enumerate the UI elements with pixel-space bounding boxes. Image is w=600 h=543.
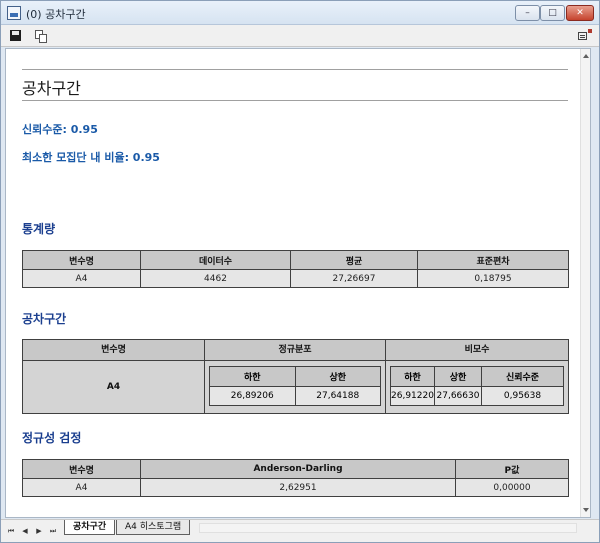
table-cell: 0,00000: [455, 478, 569, 497]
table-row: A4 4462 27,26697 0,18795: [22, 269, 569, 288]
first-sheet-icon[interactable]: ⏮: [7, 527, 15, 535]
table-row: 26,91220 27,66630 0,95638: [390, 386, 564, 406]
divider: [22, 69, 568, 70]
table-cell: 0,18795: [417, 269, 569, 288]
app-icon: [7, 6, 21, 20]
population-ratio-text: 최소한 모집단 내 비율: 0.95: [22, 151, 160, 164]
col-header: 상한: [294, 366, 381, 387]
toolbar: [1, 25, 599, 47]
table-row: 26,89206 27,64188: [209, 386, 381, 406]
col-header: 신뢰수준: [481, 366, 564, 387]
table-cell: 27,66630: [434, 386, 482, 406]
variable-name: A4: [106, 382, 121, 392]
table-cell: 2,62951: [140, 478, 456, 497]
col-header: P값: [455, 459, 569, 479]
sheet-tab-bar: ⏮ ◀ ▶ ⏭ 공차구간 A4 히스토그램: [1, 519, 599, 542]
statistics-table: 변수명 데이터수 평균 표준편차 A4 4462 27,26697 0,1879…: [22, 250, 569, 288]
col-header: 변수명: [23, 340, 205, 361]
variable-cell: A4: [23, 361, 205, 413]
last-sheet-icon[interactable]: ⏭: [49, 527, 57, 535]
col-header: 데이터수: [140, 250, 291, 270]
report-window: (0) 공차구간 – □ ✕ 공차구간 신뢰수준: 0.95 최소한 모집단 내…: [0, 0, 600, 543]
normality-table: 변수명 Anderson-Darling P값 A4 2,62951 0,000…: [22, 459, 569, 497]
col-header: 표준편차: [417, 250, 569, 270]
col-header: 평균: [290, 250, 418, 270]
col-header: 정규분포: [205, 340, 386, 361]
col-header: 비모수: [386, 340, 568, 361]
table-cell: A4: [22, 478, 141, 497]
table-cell: A4: [22, 269, 141, 288]
table-header-row: 변수명 데이터수 평균 표준편차: [22, 250, 569, 270]
table-header-row: 변수명 Anderson-Darling P값: [22, 459, 569, 479]
table-cell: 26,89206: [209, 386, 296, 406]
window-title: (0) 공차구간: [26, 8, 86, 21]
col-header: 변수명: [22, 459, 141, 479]
confidence-level-text: 신뢰수준: 0.95: [22, 123, 98, 136]
col-header: 상한: [434, 366, 482, 387]
normal-subtable: 하한 상한 26,89206 27,64188: [209, 366, 381, 406]
col-header: 하한: [390, 366, 435, 387]
table-cell: 0,95638: [481, 386, 564, 406]
prev-sheet-icon[interactable]: ◀: [21, 527, 29, 535]
divider: [22, 100, 568, 101]
title-bar[interactable]: (0) 공차구간 – □ ✕: [1, 1, 599, 25]
col-header: 변수명: [22, 250, 141, 270]
table-cell: 4462: [140, 269, 291, 288]
table-cell: 27,26697: [290, 269, 418, 288]
report-content: 공차구간 신뢰수준: 0.95 최소한 모집단 내 비율: 0.95 통계량 변…: [5, 48, 591, 518]
table-cell: 26,91220: [390, 386, 435, 406]
table-cell: 27,64188: [294, 386, 381, 406]
nonparam-cell: 하한 상한 신뢰수준 26,91220 27,66630 0,95638: [386, 361, 568, 413]
vertical-scrollbar[interactable]: [580, 49, 590, 517]
page-title: 공차구간: [22, 79, 81, 98]
nonparam-subtable: 하한 상한 신뢰수준 26,91220 27,66630 0,95638: [390, 366, 564, 406]
close-button[interactable]: ✕: [566, 5, 594, 21]
col-header: 하한: [209, 366, 296, 387]
maximize-button[interactable]: □: [540, 5, 565, 21]
options-menu-icon[interactable]: [577, 28, 593, 44]
col-header: Anderson-Darling: [140, 459, 456, 479]
tolerance-heading: 공차구간: [22, 312, 67, 326]
table-row: A4 2,62951 0,00000: [22, 478, 569, 497]
save-icon[interactable]: [8, 28, 24, 44]
normality-heading: 정규성 검정: [22, 431, 82, 445]
tolerance-table: 변수명 정규분포 비모수 A4 하한 상한 26,89206 27,64188: [22, 339, 569, 414]
statistics-heading: 통계량: [22, 222, 56, 236]
scroll-up-icon[interactable]: [583, 54, 589, 58]
next-sheet-icon[interactable]: ▶: [35, 527, 43, 535]
scroll-down-icon[interactable]: [583, 508, 589, 512]
minimize-button[interactable]: –: [515, 5, 540, 21]
tab-histogram[interactable]: A4 히스토그램: [116, 520, 191, 535]
tab-tolerance[interactable]: 공차구간: [64, 520, 116, 535]
copy-icon[interactable]: [33, 28, 49, 44]
normal-cell: 하한 상한 26,89206 27,64188: [205, 361, 386, 413]
horizontal-scrollbar[interactable]: [199, 523, 577, 533]
